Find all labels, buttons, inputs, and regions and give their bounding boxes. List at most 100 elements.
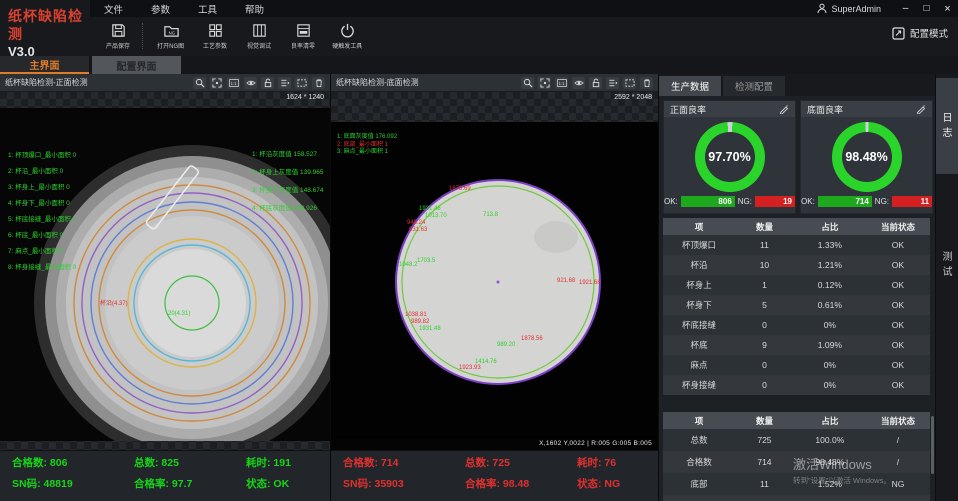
table-row[interactable]: 杯底接缝00%OK	[663, 315, 930, 335]
defect-label: 989.82	[411, 319, 429, 325]
menu-item-文件[interactable]: 文件	[104, 2, 123, 16]
table-row[interactable]: 底部111.52%NG	[663, 473, 930, 495]
process-params-button[interactable]: 工艺参数	[193, 20, 237, 50]
tab-test[interactable]: 测试	[936, 230, 958, 300]
table-cell: 0.12%	[794, 275, 866, 295]
bottom-image-area[interactable]: 2592 * 2048 1: 底面灰度值 176.0922: 底部_最小面积 1…	[331, 92, 658, 450]
table-row[interactable]: 总数725100.0%/	[663, 429, 930, 451]
defect-label: 713.8	[483, 212, 498, 218]
minimize-button[interactable]: –	[895, 0, 916, 17]
tab-production-data[interactable]: 生产数据	[659, 76, 721, 96]
column-header: 当前状态	[866, 218, 930, 235]
bottom-yield-gauge: 98.48%	[832, 122, 902, 192]
show-overlay-eye-icon[interactable]	[244, 77, 257, 89]
bottom-yield-header: 底面良率	[801, 101, 932, 117]
table-row[interactable]: 杯身接缝00%OK	[663, 375, 930, 395]
bottom-yield-body: 98.48% OK: 714 NG: 11	[801, 117, 932, 213]
table-row[interactable]: 杯底91.09%OK	[663, 335, 930, 355]
menubar-right: SuperAdmin – □ ×	[817, 0, 958, 17]
table-cell: 杯底	[663, 335, 735, 355]
annotation-line: 1: 底面灰度值 176.092	[337, 134, 397, 142]
vision-debug-button[interactable]: 视觉调试	[237, 20, 281, 50]
table-cell: OK	[866, 355, 930, 375]
layers-list-icon[interactable]	[606, 77, 619, 89]
column-header: 数量	[735, 412, 794, 429]
delete-trash-icon[interactable]	[640, 77, 653, 89]
table-cell: 底部	[663, 473, 735, 495]
table-row[interactable]: 杯顶爆口111.33%OK	[663, 235, 930, 255]
menu-item-参数[interactable]: 参数	[151, 2, 170, 16]
front-annotation-list-right: 1: 杯沿灰度值 158.5272: 杯身上灰度值 139.9653: 杯身下灰…	[252, 146, 324, 218]
table-cell: OK	[866, 255, 930, 275]
defect-table-header: 项数量占比当前状态	[663, 218, 930, 235]
config-mode-button[interactable]: 配置模式	[892, 26, 948, 40]
defect-label: 921.68	[557, 278, 575, 284]
table-cell: 725	[735, 429, 794, 451]
front-stats-bar: 合格数: 806总数: 825耗时: 191SN码: 48819合格率: 97.…	[0, 450, 330, 501]
annotation-line: 2: 杯身上灰度值 139.965	[252, 164, 324, 182]
table-cell: 10	[735, 255, 794, 275]
table-cell: 98.48%	[794, 451, 866, 473]
bottom-view-header: 纸杯缺陷检测-底面检测 1:1	[331, 74, 658, 92]
front-yield-gauge: 97.70%	[695, 122, 765, 192]
table-cell: 0	[735, 355, 794, 375]
panel-scrollbar[interactable]	[931, 416, 934, 474]
table-row[interactable]: 麻点00%NG	[663, 495, 930, 501]
hard-trigger-tool-button[interactable]: 硬触发工具	[325, 20, 369, 50]
close-button[interactable]: ×	[937, 0, 958, 17]
table-row[interactable]: 杯沿101.21%OK	[663, 255, 930, 275]
maximize-button[interactable]: □	[916, 0, 937, 17]
front-image-area[interactable]: 1624 * 1240	[0, 92, 330, 450]
bottom-stats-bar: 合格数: 714总数: 725耗时: 76SN码: 35903合格率: 98.4…	[331, 450, 658, 501]
tab-logs[interactable]: 日志	[936, 78, 958, 174]
table-cell: 1.09%	[794, 335, 866, 355]
layers-list-icon[interactable]	[278, 77, 291, 89]
table-row[interactable]: 合格数71498.48%/	[663, 451, 930, 473]
bottom-photo[interactable]: 1: 底面灰度值 176.0922: 底部_最小面积 13: 麻点_最小面积 1…	[331, 122, 658, 450]
edit-icon[interactable]	[779, 104, 789, 114]
front-ng-bar: 19	[755, 196, 795, 207]
roi-region-icon[interactable]	[623, 77, 636, 89]
tab-detection-config[interactable]: 检测配置	[723, 76, 785, 96]
front-annotation-list-left: 1: 杯顶爆口_最小面积 02: 杯沿_最小面积 03: 杯身上_最小面积 04…	[8, 148, 76, 276]
roi-region-icon[interactable]	[295, 77, 308, 89]
menu-item-帮助[interactable]: 帮助	[245, 2, 264, 16]
lock-icon[interactable]	[589, 77, 602, 89]
user-button[interactable]: SuperAdmin	[817, 3, 881, 14]
fit-screen-icon[interactable]	[538, 77, 551, 89]
yield-cards: 正面良率 97.70% OK: 806 NG: 19	[663, 100, 929, 214]
annotation-line: 8: 杯身接缝_最小面积 0	[8, 260, 76, 276]
show-overlay-eye-icon[interactable]	[572, 77, 585, 89]
edit-icon[interactable]	[916, 104, 926, 114]
table-cell: 100.0%	[794, 429, 866, 451]
one-to-one-icon[interactable]: 1:1	[227, 77, 240, 89]
lock-icon[interactable]	[261, 77, 274, 89]
zoom-icon[interactable]	[193, 77, 206, 89]
open-ng-image-button[interactable]: NG 打开NG图	[149, 20, 193, 50]
zoom-icon[interactable]	[521, 77, 534, 89]
defect-label: 1878.69	[449, 186, 471, 192]
data-panel: 生产数据 检测配置 正面良率 97.70%	[658, 74, 935, 501]
front-photo[interactable]: 1: 杯顶爆口_最小面积 02: 杯沿_最小面积 03: 杯身上_最小面积 04…	[0, 108, 330, 441]
stat-合格数: 合格数: 714	[343, 455, 465, 476]
power-icon	[339, 22, 356, 39]
fit-screen-icon[interactable]	[210, 77, 223, 89]
yield-reset-button[interactable]: 良率清零	[281, 20, 325, 50]
table-row[interactable]: 麻点00%OK	[663, 355, 930, 375]
table-cell: 麻点	[663, 355, 735, 375]
tab-config-interface[interactable]: 配置界面	[92, 56, 181, 74]
menu-item-工具[interactable]: 工具	[198, 2, 217, 16]
delete-trash-icon[interactable]	[312, 77, 325, 89]
product-save-button[interactable]: 产品保存	[96, 20, 140, 50]
table-cell: 0	[735, 495, 794, 501]
table-row[interactable]: 杯身下50.61%OK	[663, 295, 930, 315]
table-cell: 杯身接缝	[663, 375, 735, 395]
one-to-one-icon[interactable]: 1:1	[555, 77, 568, 89]
front-view-toolbar: 1:1	[193, 77, 325, 89]
front-yield-header: 正面良率	[664, 101, 795, 117]
table-row[interactable]: 杯身上10.12%OK	[663, 275, 930, 295]
column-header: 占比	[794, 412, 866, 429]
side-tab-char: 测	[943, 252, 953, 264]
bottom-view-title: 纸杯缺陷检测-底面检测	[336, 77, 419, 88]
side-tab-char: 志	[943, 128, 953, 140]
